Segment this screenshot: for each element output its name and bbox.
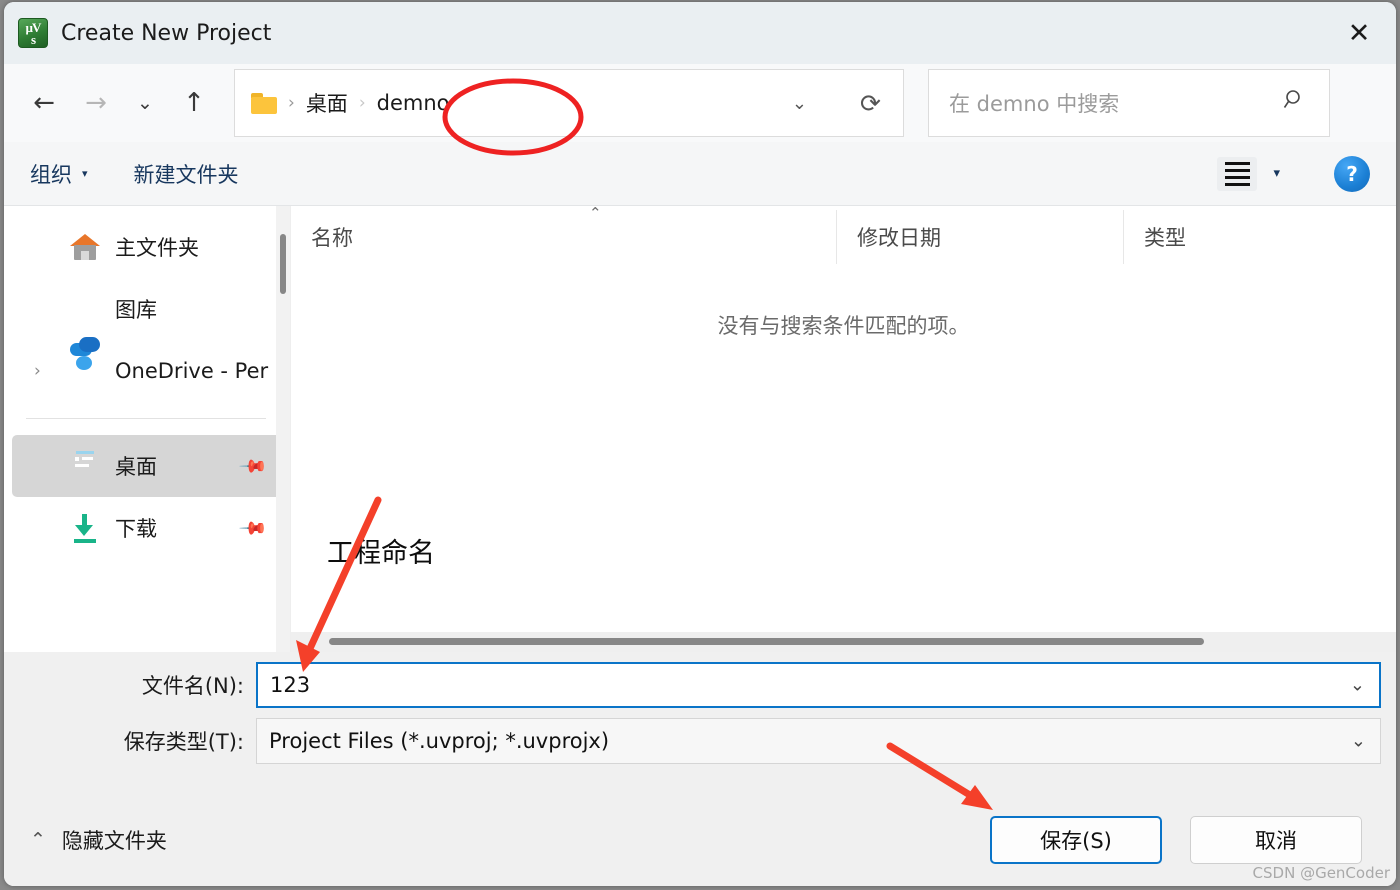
address-chevron-down-icon[interactable]: ⌄ <box>792 70 807 136</box>
gallery-icon <box>70 294 100 324</box>
chevron-down-icon[interactable]: ⌄ <box>1350 675 1365 696</box>
organize-button[interactable]: 组织 ▾ <box>30 159 88 189</box>
chevron-up-icon: ⌃ <box>30 829 46 851</box>
sidebar-scrollbar-thumb[interactable] <box>280 234 286 294</box>
page-title: Create New Project <box>61 20 272 46</box>
home-icon <box>70 232 100 262</box>
breadcrumb-desktop[interactable]: 桌面 <box>306 88 348 118</box>
sort-ascending-icon: ⌃ <box>589 204 602 222</box>
sidebar-item-label: 桌面 <box>115 455 157 479</box>
column-headers: ⌃ 名称 修改日期 类型 <box>291 204 1396 268</box>
sidebar-item-downloads[interactable]: 下载 📌 <box>12 497 282 559</box>
filetype-row: 保存类型(T): Project Files (*.uvproj; *.uvpr… <box>4 718 1396 764</box>
column-label: 类型 <box>1144 226 1186 250</box>
sidebar-item-label: 下载 <box>115 517 157 541</box>
filetype-label: 保存类型(T): <box>123 730 244 754</box>
column-header-date-modified[interactable]: 修改日期 <box>837 210 1124 264</box>
watermark: CSDN @GenCoder <box>1252 864 1390 882</box>
onedrive-icon <box>70 337 100 386</box>
dialog-body: 主文件夹 图库 › OneDrive - Per 桌面 📌 下载 📌 ⌃ 名称 … <box>4 204 1396 652</box>
close-icon[interactable]: ✕ <box>1322 2 1396 64</box>
hide-folders-toggle[interactable]: ⌃ 隐藏文件夹 <box>30 825 167 855</box>
breadcrumb-separator: › <box>288 93 295 113</box>
sidebar-item-label: 图库 <box>115 298 157 322</box>
back-button[interactable]: ← <box>18 77 70 129</box>
file-list-horizontal-scrollbar[interactable] <box>291 632 1396 652</box>
recent-locations-chevron-down-icon[interactable]: ⌄ <box>122 77 168 129</box>
cancel-button[interactable]: 取消 <box>1190 816 1362 864</box>
empty-list-message: 没有与搜索条件匹配的项。 <box>717 314 970 338</box>
title-bar: µV s Create New Project ✕ <box>4 2 1396 64</box>
chevron-down-icon[interactable]: ⌄ <box>1351 731 1366 752</box>
filetype-select[interactable]: Project Files (*.uvproj; *.uvprojx) ⌄ <box>256 718 1381 764</box>
sidebar-item-gallery[interactable]: 图库 <box>12 278 282 340</box>
organize-label: 组织 <box>30 162 72 187</box>
chevron-down-icon: ▾ <box>82 167 88 180</box>
annotation-project-name-note: 工程命名 <box>327 538 435 569</box>
sidebar-item-label: OneDrive - Per <box>115 359 269 383</box>
pin-icon: 📌 <box>237 512 269 544</box>
command-toolbar: 组织 ▾ 新建文件夹 ▾ ? <box>4 142 1396 206</box>
up-button[interactable]: ↑ <box>168 77 220 129</box>
keil-uvision-icon: µV s <box>18 18 48 48</box>
filename-label: 文件名(N): <box>141 674 244 698</box>
download-icon <box>70 513 100 543</box>
refresh-icon[interactable]: ⟳ <box>860 70 881 136</box>
action-bar: ⌃ 隐藏文件夹 保存(S) 取消 CSDN @GenCoder <box>4 794 1396 886</box>
hide-folders-label: 隐藏文件夹 <box>61 829 167 853</box>
search-placeholder: 在 demno 中搜索 <box>949 92 1120 116</box>
chevron-right-icon[interactable]: › <box>34 361 41 381</box>
search-icon <box>1283 88 1307 118</box>
sidebar-item-desktop[interactable]: 桌面 📌 <box>12 435 282 497</box>
sidebar-divider <box>26 418 266 419</box>
save-button[interactable]: 保存(S) <box>990 816 1162 864</box>
navigation-sidebar: 主文件夹 图库 › OneDrive - Per 桌面 📌 下载 📌 <box>4 206 290 652</box>
column-label: 修改日期 <box>857 226 941 250</box>
column-header-name[interactable]: ⌃ 名称 <box>291 204 837 264</box>
pin-icon: 📌 <box>237 450 269 482</box>
forward-button[interactable]: → <box>70 77 122 129</box>
filetype-value: Project Files (*.uvproj; *.uvprojx) <box>269 729 610 753</box>
sidebar-item-onedrive[interactable]: › OneDrive - Per <box>12 337 282 402</box>
desktop-icon <box>70 451 100 481</box>
create-new-project-dialog: µV s Create New Project ✕ ← → ⌄ ↑ › 桌面 › … <box>4 2 1396 886</box>
navigation-bar: ← → ⌄ ↑ › 桌面 › demno ⌄ ⟳ 在 demno 中搜索 <box>4 64 1396 142</box>
breadcrumb-separator-2: › <box>358 93 366 113</box>
search-input[interactable]: 在 demno 中搜索 <box>928 69 1330 137</box>
sidebar-item-home[interactable]: 主文件夹 <box>12 216 282 278</box>
help-button[interactable]: ? <box>1334 155 1370 192</box>
column-label: 名称 <box>311 226 353 250</box>
breadcrumb-demno[interactable]: demno <box>377 91 450 115</box>
filename-value: 123 <box>270 673 311 697</box>
file-list-panel: ⌃ 名称 修改日期 类型 没有与搜索条件匹配的项。 工程命名 <box>290 204 1396 652</box>
file-list-scrollbar-thumb[interactable] <box>329 638 1204 645</box>
sidebar-item-label: 主文件夹 <box>115 236 199 260</box>
list-view-icon[interactable] <box>1217 156 1258 191</box>
column-header-type[interactable]: 类型 <box>1124 210 1396 264</box>
filename-field[interactable]: 123 ⌄ <box>256 662 1381 708</box>
filename-row: 文件名(N): 123 ⌄ <box>4 662 1396 708</box>
new-folder-label: 新建文件夹 <box>133 162 239 187</box>
save-form: 文件名(N): 123 ⌄ 保存类型(T): Project Files (*.… <box>4 652 1396 794</box>
view-options-chevron-down-icon[interactable]: ▾ <box>1273 166 1280 181</box>
address-bar[interactable]: › 桌面 › demno ⌄ ⟳ <box>234 69 904 137</box>
sidebar-scrollbar[interactable] <box>276 206 290 652</box>
folder-icon <box>251 92 277 114</box>
new-folder-button[interactable]: 新建文件夹 <box>134 159 239 189</box>
